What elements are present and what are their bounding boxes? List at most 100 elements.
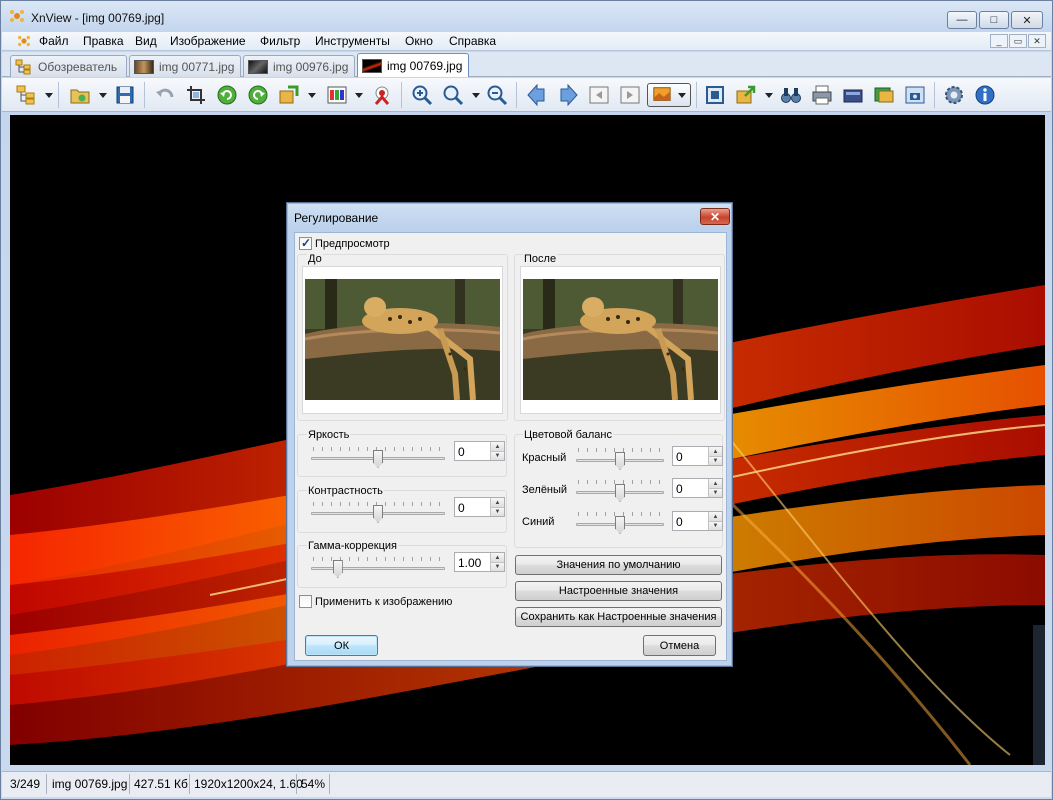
next-button[interactable]: [556, 83, 580, 107]
after-preview: [520, 266, 721, 414]
spin-down-icon[interactable]: ▼: [708, 456, 722, 465]
minimize-button[interactable]: —: [947, 11, 977, 29]
spin-up-icon[interactable]: ▲: [490, 498, 504, 507]
spin-down-icon[interactable]: ▼: [708, 521, 722, 530]
gamma-stepper[interactable]: 1.00 ▲ ▼: [454, 552, 505, 572]
status-bar: 3/249 img 00769.jpg 427.51 Кб 1920x1200x…: [2, 771, 1051, 797]
undo-button[interactable]: [153, 83, 177, 107]
chevron-down-icon[interactable]: [99, 93, 107, 98]
menu-bar: Файл Правка Вид Изображение Фильтр Инстр…: [2, 32, 1051, 51]
adjust-colors-button[interactable]: [325, 83, 349, 107]
zoom-100-button[interactable]: [441, 83, 465, 107]
rotate-left-button[interactable]: [215, 83, 239, 107]
before-label: До: [307, 253, 323, 265]
leopard-image-before: [305, 279, 500, 400]
adjust-colors-icon: [327, 86, 347, 104]
tab-browser[interactable]: Обозреватель: [10, 55, 127, 77]
export-button[interactable]: [734, 83, 758, 107]
binoculars-icon: [781, 88, 801, 103]
convert-button[interactable]: [277, 83, 301, 107]
red-stepper[interactable]: 0 ▲ ▼: [672, 446, 723, 466]
green-stepper[interactable]: 0 ▲ ▼: [672, 478, 723, 498]
chevron-down-icon[interactable]: [355, 93, 363, 98]
save-custom-values-button[interactable]: Сохранить как Настроенные значения: [515, 607, 722, 627]
brightness-stepper[interactable]: 0 ▲ ▼: [454, 441, 505, 461]
print-button[interactable]: [810, 83, 834, 107]
first-button[interactable]: [587, 83, 611, 107]
chevron-down-icon[interactable]: [45, 93, 53, 98]
menu-edit[interactable]: Правка: [83, 34, 124, 48]
dialog-title: Регулирование: [294, 211, 379, 225]
custom-values-button[interactable]: Настроенные значения: [515, 581, 722, 601]
red-eye-button[interactable]: [370, 83, 394, 107]
after-label: После: [523, 253, 558, 265]
browser-button[interactable]: [14, 83, 38, 107]
tab-img-00769[interactable]: img 00769.jpg: [357, 53, 469, 77]
open-button[interactable]: [68, 83, 92, 107]
info-button[interactable]: [973, 83, 997, 107]
brightness-value: 0: [458, 445, 465, 459]
zoom-in-button[interactable]: [410, 83, 434, 107]
spin-up-icon[interactable]: ▲: [490, 442, 504, 451]
menu-view[interactable]: Вид: [135, 34, 157, 48]
chevron-down-icon[interactable]: [308, 93, 316, 98]
spin-up-icon[interactable]: ▲: [708, 447, 722, 456]
spin-down-icon[interactable]: ▼: [490, 507, 504, 516]
save-icon: [116, 86, 134, 104]
tab-img-00771[interactable]: img 00771.jpg: [129, 55, 241, 77]
spin-down-icon[interactable]: ▼: [490, 451, 504, 460]
menu-help[interactable]: Справка: [449, 34, 496, 48]
tab-label: Обозреватель: [38, 59, 118, 74]
toolbar-separator: [516, 82, 517, 108]
fit-button[interactable]: [703, 83, 727, 107]
previous-button[interactable]: [525, 83, 549, 107]
preview-checkbox[interactable]: [299, 236, 312, 250]
menu-tools[interactable]: Инструменты: [315, 34, 390, 48]
cancel-button[interactable]: Отмена: [643, 635, 716, 656]
search-button[interactable]: [779, 83, 803, 107]
rotate-right-button[interactable]: [246, 83, 270, 107]
contrast-stepper[interactable]: 0 ▲ ▼: [454, 497, 505, 517]
defaults-button[interactable]: Значения по умолчанию: [515, 555, 722, 575]
menu-file[interactable]: Файл: [39, 34, 69, 48]
chevron-down-icon[interactable]: [765, 93, 773, 98]
browser-icon: [16, 85, 35, 105]
zoom-in-icon: [412, 85, 433, 106]
slideshow-button[interactable]: [872, 83, 896, 107]
mdi-close-button[interactable]: ✕: [1028, 34, 1046, 48]
maximize-button[interactable]: □: [979, 11, 1009, 29]
save-button[interactable]: [113, 83, 137, 107]
leopard-image-after: [523, 279, 718, 400]
spin-up-icon[interactable]: ▲: [708, 512, 722, 521]
last-button[interactable]: [618, 83, 642, 107]
mdi-minimize-button[interactable]: _: [990, 34, 1008, 48]
ok-button[interactable]: ОК: [305, 635, 378, 656]
scanner-button[interactable]: [841, 83, 865, 107]
tab-label: img 00771.jpg: [159, 59, 235, 74]
spin-up-icon[interactable]: ▲: [708, 479, 722, 488]
xnview-logo-icon: [10, 10, 24, 22]
tab-img-00976[interactable]: img 00976.jpg: [243, 55, 355, 77]
spin-up-icon[interactable]: ▲: [490, 553, 504, 562]
title-bar[interactable]: XnView - [img 00769.jpg] — □ ✕: [1, 1, 1052, 31]
image-thumbnail-icon: [362, 58, 382, 73]
zoom-out-button[interactable]: [485, 83, 509, 107]
menu-window[interactable]: Окно: [405, 34, 433, 48]
spin-down-icon[interactable]: ▼: [490, 562, 504, 571]
before-preview: [302, 266, 503, 414]
spin-down-icon[interactable]: ▼: [708, 488, 722, 497]
capture-button[interactable]: [903, 83, 927, 107]
menu-filter[interactable]: Фильтр: [260, 34, 300, 48]
chevron-down-icon[interactable]: [472, 93, 480, 98]
status-filesize: 427.51 Кб: [134, 777, 188, 791]
view-mode-button[interactable]: [647, 83, 691, 107]
crop-button[interactable]: [184, 83, 208, 107]
close-button[interactable]: ✕: [1011, 11, 1043, 29]
blue-stepper[interactable]: 0 ▲ ▼: [672, 511, 723, 531]
dialog-close-button[interactable]: ✕: [700, 208, 730, 225]
apply-to-image-checkbox[interactable]: [299, 595, 312, 608]
menu-image[interactable]: Изображение: [170, 34, 246, 48]
settings-button[interactable]: [942, 83, 966, 107]
chevron-down-icon: [678, 92, 686, 98]
mdi-restore-button[interactable]: ▭: [1009, 34, 1027, 48]
